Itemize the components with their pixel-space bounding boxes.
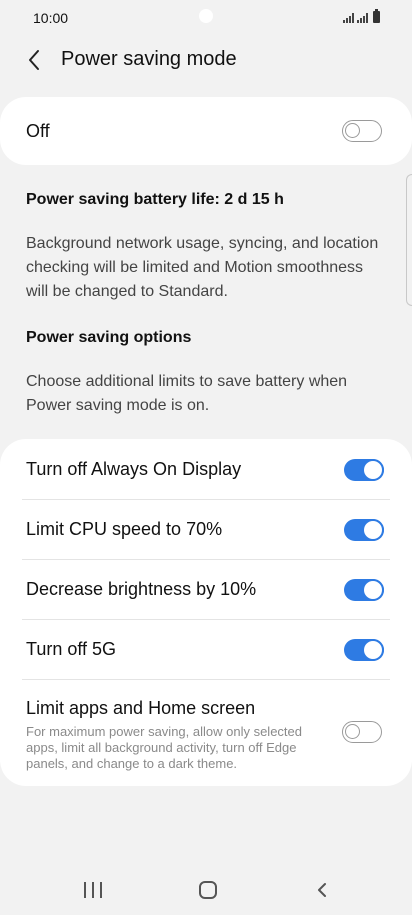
option-label: Turn off 5G [26, 639, 117, 659]
master-toggle-switch[interactable] [342, 120, 382, 142]
page-title: Power saving mode [61, 48, 237, 70]
master-toggle-label: Off [26, 121, 50, 141]
option-toggle-decrease-brightness[interactable] [344, 579, 384, 601]
status-time: 10:00 [33, 10, 69, 26]
option-label: Decrease brightness by 10% [26, 579, 257, 599]
chevron-left-icon [29, 50, 39, 70]
battery-life-text: Power saving battery life: 2 d 15 h [26, 191, 284, 208]
mode-description: Background network usage, syncing, and l… [26, 235, 379, 300]
option-decrease-brightness[interactable]: Decrease brightness by 10% [0, 559, 412, 619]
option-toggle-limit-cpu[interactable] [344, 519, 384, 541]
battery-icon [373, 9, 380, 23]
options-section-title: Power saving options [26, 329, 192, 346]
navigation-bar [0, 862, 412, 915]
option-turn-off-5g[interactable]: Turn off 5G [0, 619, 412, 679]
back-icon[interactable] [312, 880, 332, 900]
status-bar: 10:00 [0, 0, 412, 36]
options-card: Turn off Always On Display Limit CPU spe… [0, 439, 412, 786]
option-description: For maximum power saving, allow only sel… [26, 724, 302, 771]
cellular-signal-icon [357, 13, 368, 23]
option-always-on-display[interactable]: Turn off Always On Display [0, 439, 412, 499]
option-toggle-turn-off-5g[interactable] [344, 639, 384, 661]
scroll-indicator [406, 174, 412, 306]
option-limit-apps[interactable]: Limit apps and Home screen For maximum p… [0, 679, 412, 786]
recents-icon[interactable] [84, 882, 102, 898]
app-header: Power saving mode [0, 38, 412, 82]
home-icon[interactable] [199, 881, 217, 899]
option-label: Turn off Always On Display [26, 459, 242, 479]
option-limit-cpu[interactable]: Limit CPU speed to 70% [0, 499, 412, 559]
wifi-signal-icon [343, 13, 354, 23]
option-toggle-always-on-display[interactable] [344, 459, 384, 481]
options-section-description: Choose additional limits to save battery… [26, 373, 348, 414]
back-button[interactable] [20, 46, 48, 74]
master-toggle-card[interactable]: Off [0, 97, 412, 165]
status-icons [343, 9, 380, 23]
option-label: Limit apps and Home screen [26, 698, 256, 718]
option-label: Limit CPU speed to 70% [26, 519, 223, 539]
camera-cutout [199, 9, 213, 23]
option-toggle-limit-apps[interactable] [342, 721, 382, 743]
